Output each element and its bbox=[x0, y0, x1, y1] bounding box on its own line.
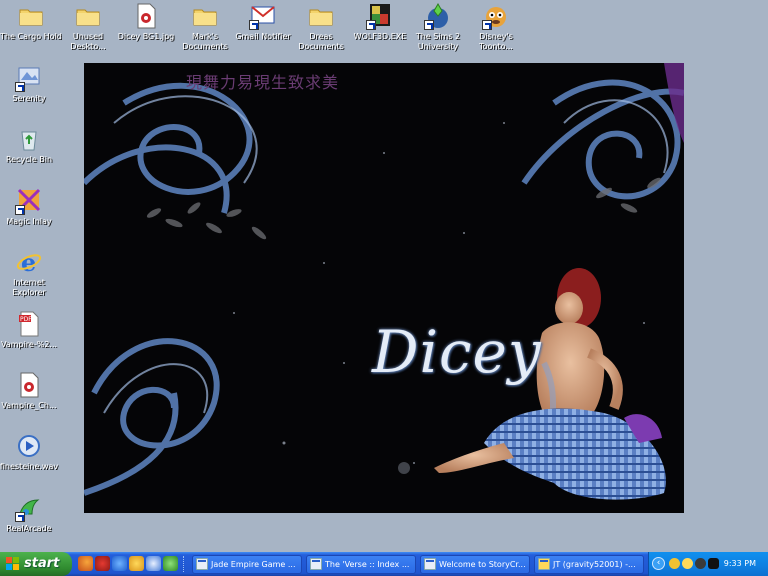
wallpaper-image: 現舞力易現生致求美 Dicey bbox=[84, 63, 684, 513]
dog-icon[interactable] bbox=[708, 558, 719, 569]
desktop-icon-label: Vampire-%2... bbox=[0, 340, 58, 349]
internet-explorer-icon[interactable] bbox=[112, 556, 127, 571]
desktop-icon-label: Vampire_Ch... bbox=[1, 401, 57, 410]
start-label: start bbox=[24, 556, 60, 571]
recycle-bin-icon bbox=[15, 125, 43, 153]
desktop-icon-label: Serenity bbox=[12, 94, 46, 103]
desktop-icon-label: Recycle Bin bbox=[5, 155, 53, 164]
shortcut-arrow-icon bbox=[15, 512, 25, 522]
desktop-icon-serenity[interactable]: Serenity bbox=[0, 64, 60, 104]
taskbar-button-the-verse[interactable]: The 'Verse :: Index ... bbox=[306, 555, 416, 574]
desktop-icon-gmail-notifier[interactable]: Gmail Notifier bbox=[232, 2, 294, 42]
internet-explorer-icon: e bbox=[15, 248, 43, 277]
desktop-icon-recycle-bin[interactable]: Recycle Bin bbox=[0, 125, 60, 165]
desktop-icon-the-cargo-hold[interactable]: The Cargo Hold bbox=[0, 2, 62, 42]
desktop-icon-label: Dicey BG1.jpg bbox=[117, 32, 175, 41]
browser-window-icon bbox=[424, 558, 436, 570]
taskbar-button-label: Jade Empire Game ... bbox=[211, 560, 296, 569]
sims-icon bbox=[424, 2, 452, 30]
desktop-icon-unused-desktop[interactable]: Unused Deskto... bbox=[57, 2, 119, 52]
taskbar: start Jade Empire Game ... The 'Verse ::… bbox=[0, 552, 768, 576]
media-player-icon[interactable] bbox=[146, 556, 161, 571]
desktop-icon-vampire-ch[interactable]: Vampire_Ch... bbox=[0, 371, 60, 411]
folder-icon bbox=[74, 2, 102, 30]
windows-logo-icon bbox=[6, 557, 19, 570]
pdf-file-icon: PDF bbox=[15, 310, 43, 338]
audio-file-icon bbox=[15, 432, 43, 460]
desktop-icon-realarcade[interactable]: RealArcade bbox=[0, 494, 60, 534]
desktop: The Cargo Hold Unused Deskto... Dicey BG… bbox=[0, 0, 768, 552]
msdos-icon bbox=[366, 2, 394, 30]
taskbar-button-label: Welcome to StoryCr... bbox=[439, 560, 526, 569]
desktop-icon-dreas-documents[interactable]: Dreas Documents bbox=[290, 2, 352, 52]
desktop-icon-marks-documents[interactable]: Mark's Documents bbox=[174, 2, 236, 52]
messenger-icon[interactable] bbox=[129, 556, 144, 571]
shortcut-arrow-icon bbox=[366, 20, 376, 30]
desktop-icon-finesteine-wav[interactable]: finesteine.wav bbox=[0, 432, 60, 472]
mail-icon[interactable] bbox=[95, 556, 110, 571]
shortcut-arrow-icon bbox=[15, 82, 25, 92]
messenger-window-icon bbox=[538, 558, 550, 570]
browser-window-icon bbox=[310, 558, 322, 570]
show-desktop-icon[interactable] bbox=[163, 556, 178, 571]
taskbar-button-jade-empire[interactable]: Jade Empire Game ... bbox=[192, 555, 302, 574]
quick-launch-bar bbox=[78, 556, 185, 572]
desktop-icon-internet-explorer[interactable]: e Internet Explorer bbox=[0, 248, 60, 298]
desktop-icon-magic-inlay[interactable]: Magic Inlay bbox=[0, 187, 60, 227]
shortcut-arrow-icon bbox=[15, 205, 25, 215]
security-icon[interactable] bbox=[695, 558, 706, 569]
folder-icon bbox=[307, 2, 335, 30]
realarcade-icon bbox=[15, 494, 43, 522]
wallpaper-title: Dicey bbox=[372, 318, 542, 386]
taskbar-button-label: JT (gravity52001) -... bbox=[553, 560, 636, 569]
taskbar-button-jt-gravity[interactable]: JT (gravity52001) -... bbox=[534, 555, 644, 574]
image-file-icon bbox=[132, 2, 160, 30]
desktop-icon-sims2-university[interactable]: The Sims 2 University bbox=[407, 2, 469, 52]
shortcut-arrow-icon bbox=[249, 20, 259, 30]
desktop-icon-label: Dreas Documents bbox=[298, 32, 344, 51]
shortcut-arrow-icon bbox=[424, 20, 434, 30]
network-icon[interactable] bbox=[669, 558, 680, 569]
desktop-icon-label: The Cargo Hold bbox=[0, 32, 62, 41]
folder-icon bbox=[17, 2, 45, 30]
desktop-icon-label: Magic Inlay bbox=[6, 217, 52, 226]
browser-window-icon bbox=[196, 558, 208, 570]
shortcut-arrow-icon bbox=[482, 20, 492, 30]
image-file-icon bbox=[15, 371, 43, 399]
wallpaper-script-text: 現舞力易現生致求美 bbox=[186, 73, 340, 92]
desktop-icon-label: finesteine.wav bbox=[0, 462, 59, 471]
svg-text:e: e bbox=[21, 248, 36, 276]
desktop-icon-wolf3d[interactable]: WOLF3D.EXE bbox=[349, 2, 411, 42]
desktop-icon-disneys-toontown[interactable]: Disney's Toonto... bbox=[465, 2, 527, 52]
desktop-icon-label: Disney's Toonto... bbox=[479, 32, 513, 51]
toontown-icon bbox=[482, 2, 510, 30]
desktop-icon-label: Unused Deskto... bbox=[70, 32, 106, 51]
messenger-tray-icon[interactable] bbox=[682, 558, 693, 569]
taskbar-button-storycrafter[interactable]: Welcome to StoryCr... bbox=[420, 555, 530, 574]
desktop-icon-label: Gmail Notifier bbox=[235, 32, 291, 41]
desktop-icon-label: Mark's Documents bbox=[182, 32, 228, 51]
start-button[interactable]: start bbox=[0, 552, 72, 576]
svg-text:PDF: PDF bbox=[20, 316, 32, 323]
folder-icon bbox=[191, 2, 219, 30]
gmail-icon bbox=[249, 2, 277, 30]
toolbar-grip[interactable] bbox=[183, 556, 185, 572]
desktop-icon-label: The Sims 2 University bbox=[415, 32, 461, 51]
show-hidden-icons-chevron-icon[interactable]: ‹ bbox=[652, 557, 665, 570]
taskbar-button-label: The 'Verse :: Index ... bbox=[325, 560, 410, 569]
desktop-icon-vampire-pdf[interactable]: PDF Vampire-%2... bbox=[0, 310, 60, 350]
serenity-icon bbox=[15, 64, 43, 92]
firefox-icon[interactable] bbox=[78, 556, 93, 571]
desktop-icon-label: Internet Explorer bbox=[12, 278, 46, 297]
clock[interactable]: 9:33 PM bbox=[724, 552, 756, 576]
desktop-icon-label: WOLF3D.EXE bbox=[353, 32, 407, 41]
wallpaper-art bbox=[84, 63, 684, 500]
desktop-icon-label: RealArcade bbox=[6, 524, 52, 533]
system-tray: ‹ 9:33 PM bbox=[648, 552, 768, 576]
desktop-icon-dicey-bg1[interactable]: Dicey BG1.jpg bbox=[115, 2, 177, 42]
magic-inlay-icon bbox=[15, 187, 43, 215]
